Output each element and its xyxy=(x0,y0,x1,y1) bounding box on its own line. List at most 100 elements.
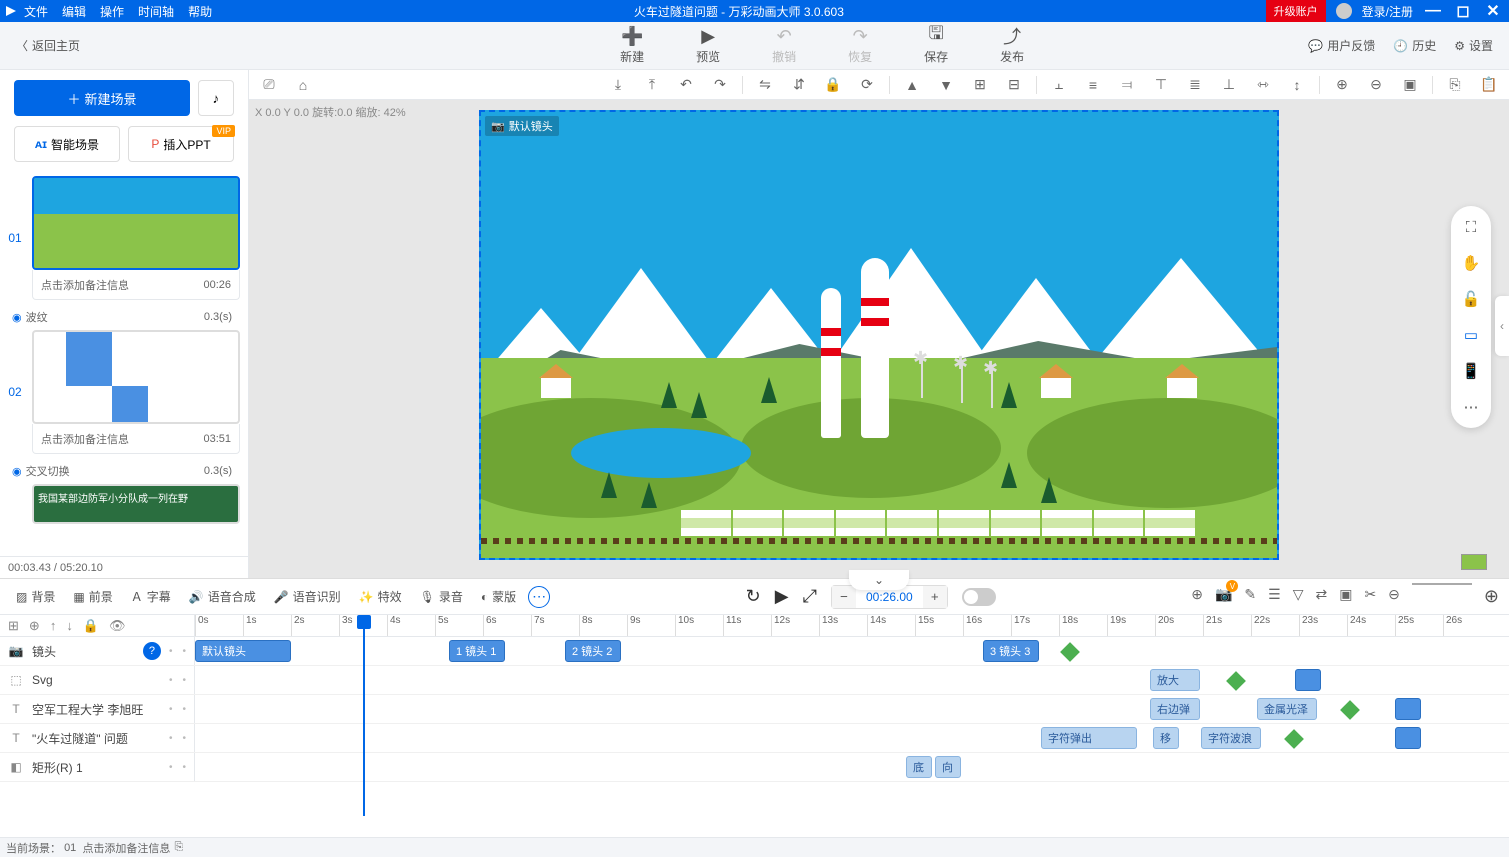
menu-edit[interactable]: 编辑 xyxy=(62,3,86,20)
save-button[interactable]: 🖫保存 xyxy=(912,26,960,65)
import-icon[interactable]: ⤓ xyxy=(606,73,630,97)
publish-button[interactable]: ⤴发布 xyxy=(988,26,1036,65)
tab-asr[interactable]: 🎤语音识别 xyxy=(268,584,347,609)
group-icon[interactable]: ⊞ xyxy=(968,73,992,97)
insert-ppt-button[interactable]: P插入PPTVIP xyxy=(128,126,234,162)
scene-thumbnail[interactable]: 我国某部边防军小分队成一列在野 xyxy=(32,484,240,524)
tab-effects[interactable]: ✨特效 xyxy=(353,584,408,609)
clip-bottom[interactable]: 底 xyxy=(906,756,932,778)
new-scene-button[interactable]: ＋ 新建场景 xyxy=(14,80,190,116)
track-body[interactable]: 默认镜头 1 镜头 1 2 镜头 2 3 镜头 3 xyxy=(195,637,1509,665)
time-increment-button[interactable]: + xyxy=(923,586,947,608)
adjust-icon[interactable]: ⇄ xyxy=(1315,586,1327,607)
track-body[interactable]: 字符弹出 移 字符波浪 xyxy=(195,724,1509,752)
scene-toggle-icon[interactable]: ⎚ xyxy=(257,73,281,97)
hand-icon[interactable]: ✋ xyxy=(1460,252,1482,274)
align-middle-icon[interactable]: ≣ xyxy=(1183,73,1207,97)
layer-down-icon[interactable]: ▼ xyxy=(934,73,958,97)
rotate-icon[interactable]: ⟳ xyxy=(855,73,879,97)
crop-icon[interactable]: ▣ xyxy=(1339,586,1352,607)
copy-note-icon[interactable]: ⎘ xyxy=(174,841,183,854)
camera-badge[interactable]: 📷默认镜头 xyxy=(485,116,559,136)
minimap[interactable] xyxy=(1461,554,1487,570)
clip-zoom[interactable]: 放大 xyxy=(1150,669,1200,691)
new-button[interactable]: ➕新建 xyxy=(608,26,656,65)
fit-icon[interactable]: ▣ xyxy=(1398,73,1422,97)
clip-metal-shine[interactable]: 金属光泽 xyxy=(1257,698,1317,720)
right-panel-handle[interactable]: ‹ xyxy=(1495,296,1509,356)
flip-h-icon[interactable]: ⇋ xyxy=(753,73,777,97)
settings-button[interactable]: ⚙设置 xyxy=(1454,37,1493,54)
menu-help[interactable]: 帮助 xyxy=(188,3,212,20)
flip-v-icon[interactable]: ⇵ xyxy=(787,73,811,97)
clip-bar[interactable] xyxy=(1395,698,1421,720)
zoom-slider-icon[interactable] xyxy=(1412,583,1472,604)
scene-transition[interactable]: ◉交叉切换0.3(s) xyxy=(4,458,240,484)
scene-item[interactable]: 01 点击添加备注信息00:26 xyxy=(4,176,240,300)
tab-mask[interactable]: ◐蒙版 xyxy=(475,584,522,609)
smart-scene-button[interactable]: ᴀɪ智能场景 xyxy=(14,126,120,162)
layer-up-icon[interactable]: ▲ xyxy=(900,73,924,97)
time-decrement-button[interactable]: − xyxy=(832,586,856,608)
clip-camera-2[interactable]: 2 镜头 2 xyxy=(565,640,621,662)
home-icon[interactable]: ⌂ xyxy=(291,73,315,97)
canvas[interactable]: 📷默认镜头 xyxy=(479,110,1279,560)
tab-tts[interactable]: 🔊语音合成 xyxy=(183,584,262,609)
visibility-icon[interactable]: 👁 xyxy=(109,618,126,634)
screen-fit-icon[interactable]: ▭ xyxy=(1460,324,1482,346)
align-center-icon[interactable]: ≡ xyxy=(1081,73,1105,97)
collapse-stage-button[interactable]: ⌄ xyxy=(849,570,909,590)
loop-icon[interactable]: ↻ xyxy=(746,586,761,607)
status-note-hint[interactable]: 点击添加备注信息 xyxy=(82,840,170,856)
redo-canvas-icon[interactable]: ↷ xyxy=(708,73,732,97)
clip-camera-3[interactable]: 3 镜头 3 xyxy=(983,640,1039,662)
upgrade-account-button[interactable]: 升级账户 xyxy=(1266,0,1326,22)
login-register-link[interactable]: 登录/注册 xyxy=(1362,3,1413,20)
layers-icon[interactable]: ☰ xyxy=(1268,586,1281,607)
copy-icon[interactable]: ⎘ xyxy=(1443,73,1467,97)
paste-icon[interactable]: 📋 xyxy=(1477,73,1501,97)
align-bottom-icon[interactable]: ⊥ xyxy=(1217,73,1241,97)
scene-transition[interactable]: ◉波纹0.3(s) xyxy=(4,304,240,330)
track-body[interactable]: 放大 xyxy=(195,666,1509,694)
timeline-ruler[interactable]: 0s1s2s3s4s5s6s7s8s9s10s11s12s13s14s15s16… xyxy=(195,615,1509,636)
distribute-v-icon[interactable]: ↕ xyxy=(1285,73,1309,97)
redo-button[interactable]: ↷恢复 xyxy=(836,26,884,65)
track-body[interactable]: 底 向 xyxy=(195,753,1509,781)
unlock-icon[interactable]: 🔓 xyxy=(1460,288,1482,310)
clip-char-pop[interactable]: 字符弹出 xyxy=(1041,727,1137,749)
user-avatar-icon[interactable] xyxy=(1336,3,1352,19)
clip-default-camera[interactable]: 默认镜头 xyxy=(195,640,291,662)
help-icon[interactable]: ? xyxy=(143,642,161,660)
tab-record[interactable]: 🎙录音 xyxy=(414,584,469,609)
zoom-out-icon[interactable]: ⊖ xyxy=(1364,73,1388,97)
distribute-h-icon[interactable]: ⇿ xyxy=(1251,73,1275,97)
zoom-in-icon[interactable]: ⊕ xyxy=(1330,73,1354,97)
scene-note-hint[interactable]: 点击添加备注信息 xyxy=(41,431,129,447)
menu-manipulate[interactable]: 操作 xyxy=(100,3,124,20)
clip-camera-1[interactable]: 1 镜头 1 xyxy=(449,640,505,662)
undo-canvas-icon[interactable]: ↶ xyxy=(674,73,698,97)
music-button[interactable]: ♪ xyxy=(198,80,234,116)
align-left-icon[interactable]: ⫠ xyxy=(1047,73,1071,97)
scene-item[interactable]: 我国某部边防军小分队成一列在野 xyxy=(4,484,240,524)
move-down-icon[interactable]: ↓ xyxy=(66,618,73,633)
minimize-button[interactable]: — xyxy=(1423,2,1443,20)
add-keyframe-icon[interactable]: ⊕ xyxy=(1191,586,1203,607)
expand-track-icon[interactable]: ⊞ xyxy=(8,618,19,634)
expand-icon[interactable]: ⤢ xyxy=(803,586,817,607)
clip-bar[interactable] xyxy=(1395,727,1421,749)
scene-thumbnail[interactable] xyxy=(32,176,240,270)
maximize-button[interactable]: ◻ xyxy=(1453,1,1473,21)
align-top-icon[interactable]: ⊤ xyxy=(1149,73,1173,97)
tab-background[interactable]: ▨背景 xyxy=(10,584,61,609)
more-tabs-button[interactable]: ⋯ xyxy=(528,586,550,608)
play-button[interactable]: ▶ xyxy=(775,586,789,607)
lock-icon[interactable]: 🔒 xyxy=(821,73,845,97)
scene-item[interactable]: 02 点击添加备注信息03:51 xyxy=(4,330,240,454)
clip-move[interactable]: 移 xyxy=(1153,727,1179,749)
playhead[interactable] xyxy=(363,615,365,816)
tab-foreground[interactable]: ▦前景 xyxy=(67,584,118,609)
tab-subtitle[interactable]: Ａ字幕 xyxy=(125,584,177,609)
snap-toggle[interactable] xyxy=(962,588,996,606)
